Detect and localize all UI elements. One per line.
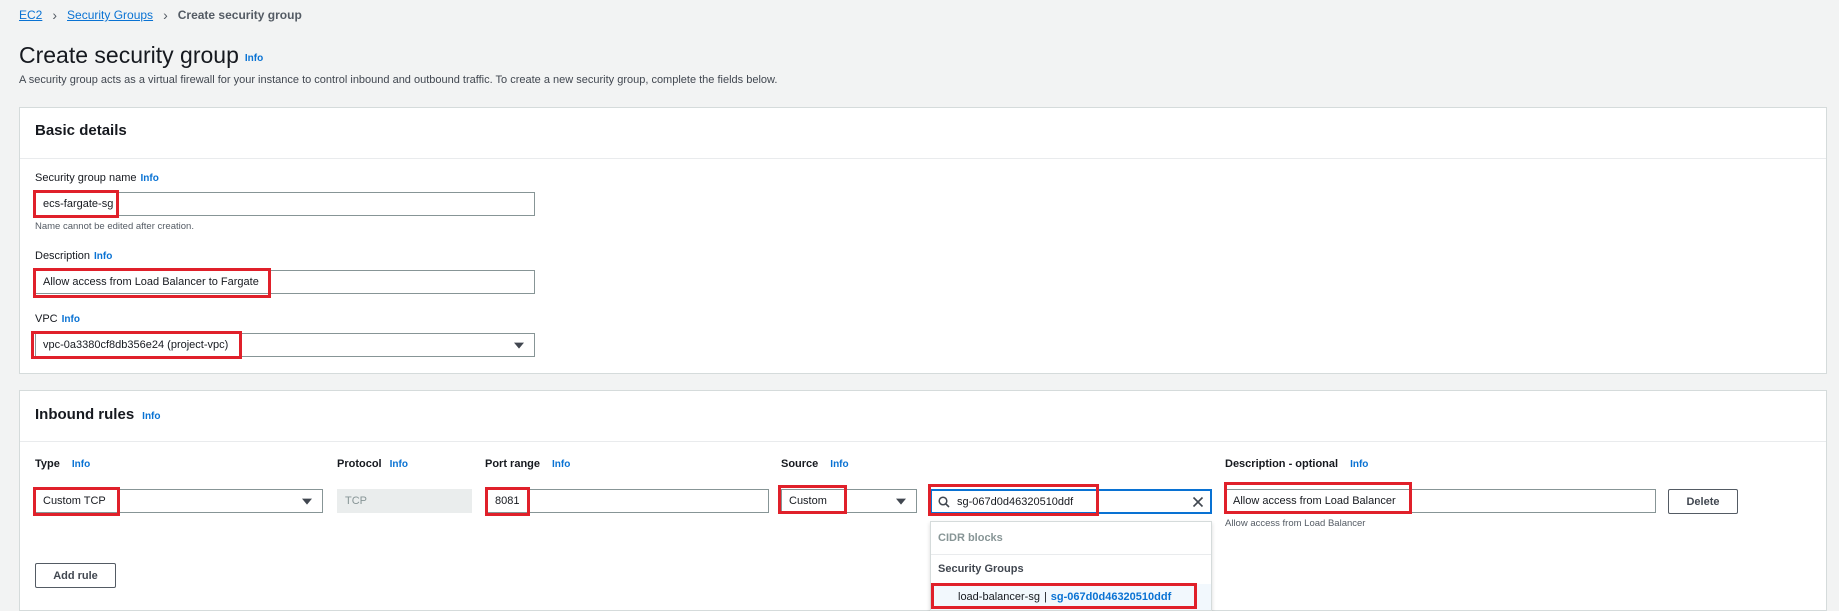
protocol-info-link[interactable]: Info [390, 459, 408, 470]
search-icon [938, 495, 950, 508]
breadcrumb-security-groups-link[interactable]: Security Groups [67, 8, 153, 22]
desc-header-text: Description - optional [1225, 458, 1339, 470]
vpc-label-text: VPC [35, 313, 58, 325]
breadcrumb-current: Create security group [177, 8, 302, 22]
port-header-text: Port range [485, 458, 541, 470]
source-search-input[interactable]: sg-067d0d46320510ddf [930, 489, 1212, 514]
option-id: sg-067d0d46320510ddf [1050, 591, 1172, 603]
inbound-rules-header: Inbound rules Info [20, 391, 1826, 442]
dropdown-option-load-balancer-sg[interactable]: load-balancer-sg | sg-067d0d46320510ddf [931, 584, 1211, 610]
type-select-value: Custom TCP [43, 495, 106, 507]
source-header-text: Source [781, 458, 819, 470]
source-dropdown: CIDR blocks Security Groups load-balance… [930, 521, 1212, 611]
type-info-link[interactable]: Info [72, 459, 90, 470]
protocol-header-text: Protocol [337, 458, 382, 470]
port-column-header: Port range Info [485, 458, 570, 470]
name-hint: Name cannot be edited after creation. [35, 221, 194, 232]
option-name: load-balancer-sg [958, 591, 1040, 603]
caret-down-icon [514, 342, 524, 349]
add-rule-button[interactable]: Add rule [35, 563, 116, 588]
breadcrumb: EC2 › Security Groups › Create security … [19, 7, 302, 23]
inbound-info-link[interactable]: Info [142, 411, 160, 422]
security-groups-header: Security Groups [938, 563, 1024, 575]
caret-down-icon [896, 498, 906, 505]
delete-rule-button[interactable]: Delete [1668, 489, 1738, 514]
source-info-link[interactable]: Info [830, 459, 848, 470]
source-search-value: sg-067d0d46320510ddf [957, 495, 1074, 508]
description-info-link[interactable]: Info [94, 251, 112, 262]
inbound-rules-title-text: Inbound rules [35, 406, 135, 423]
page-title-text: Create security group [19, 42, 239, 68]
basic-details-header: Basic details [20, 108, 1826, 159]
protocol-column-header: Protocol Info [337, 458, 408, 470]
page-title: Create security group Info [19, 42, 263, 69]
port-range-input[interactable]: 8081 [487, 489, 769, 513]
port-info-link[interactable]: Info [552, 459, 570, 470]
page-info-link[interactable]: Info [245, 53, 263, 64]
rule-description-input[interactable]: Allow access from Load Balancer [1225, 489, 1656, 513]
basic-details-title: Basic details [35, 122, 127, 139]
type-header-text: Type [35, 458, 60, 470]
name-label-text: Security group name [35, 172, 137, 184]
name-info-link[interactable]: Info [141, 173, 159, 184]
cidr-blocks-header: CIDR blocks [938, 532, 1003, 544]
description-label: Description Info [35, 250, 112, 262]
vpc-label: VPC Info [35, 313, 80, 325]
desc-info-link[interactable]: Info [1350, 459, 1368, 470]
protocol-field: TCP [337, 489, 472, 513]
chevron-right-icon: › [163, 7, 168, 23]
caret-down-icon [302, 498, 312, 505]
vpc-info-link[interactable]: Info [62, 314, 80, 325]
source-select[interactable]: Custom [781, 489, 917, 513]
inbound-rules-title: Inbound rules Info [35, 406, 161, 423]
breadcrumb-ec2-link[interactable]: EC2 [19, 8, 42, 22]
vpc-select-value: vpc-0a3380cf8db356e24 (project-vpc) [43, 339, 229, 351]
description-column-header: Description - optional Info [1225, 458, 1368, 470]
page-description: A security group acts as a virtual firew… [19, 74, 778, 86]
source-select-value: Custom [789, 495, 827, 507]
vpc-select[interactable]: vpc-0a3380cf8db356e24 (project-vpc) [35, 333, 535, 357]
name-label: Security group name Info [35, 172, 159, 184]
description-input[interactable]: Allow access from Load Balancer to Farga… [35, 270, 535, 294]
close-icon[interactable] [1192, 496, 1204, 508]
source-column-header: Source Info [781, 458, 849, 470]
description-label-text: Description [35, 250, 91, 262]
type-select[interactable]: Custom TCP [35, 489, 323, 513]
option-separator: | [1043, 591, 1047, 603]
security-group-name-input[interactable]: ecs-fargate-sg [35, 192, 535, 216]
rule-description-hint: Allow access from Load Balancer [1225, 518, 1366, 529]
dropdown-divider [931, 554, 1211, 555]
chevron-right-icon: › [52, 7, 58, 23]
type-column-header: Type Info [35, 458, 90, 470]
